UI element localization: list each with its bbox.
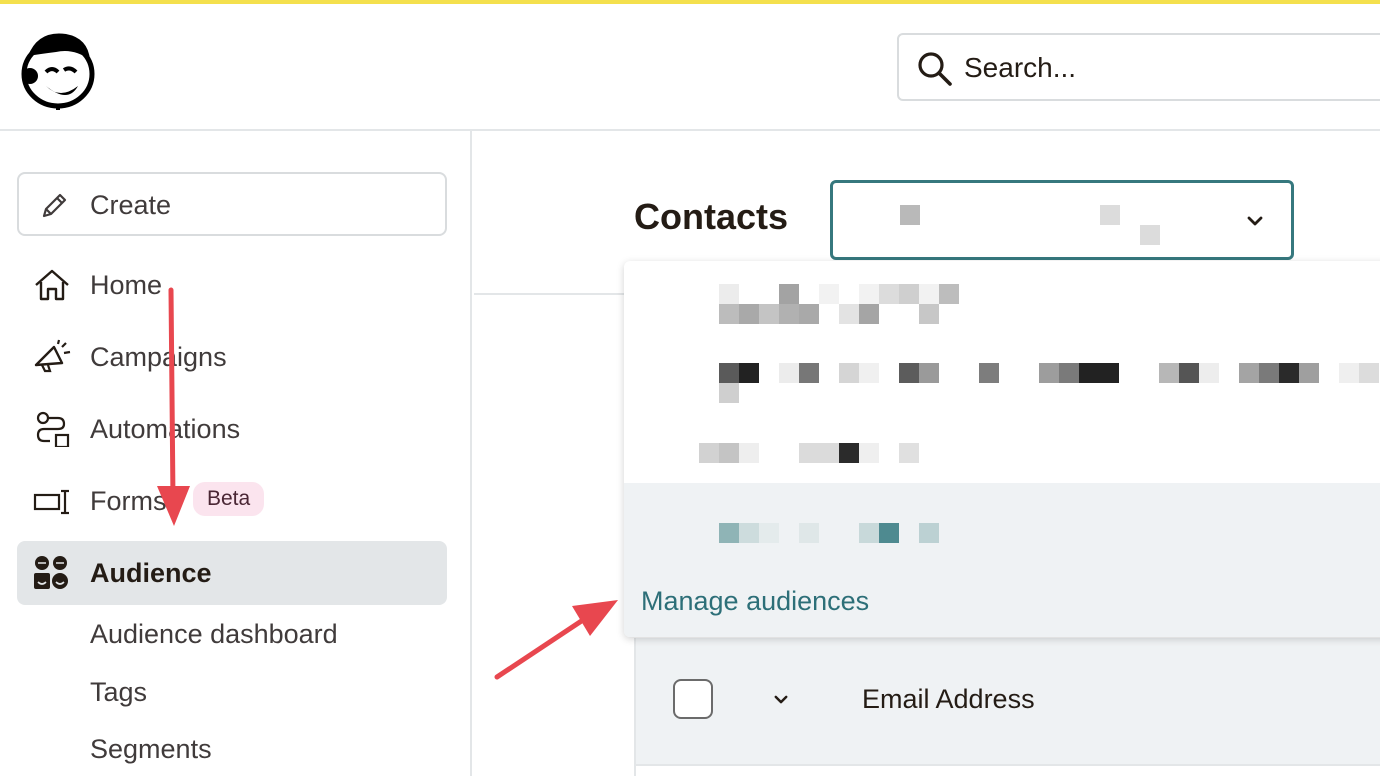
beta-badge: Beta — [193, 482, 265, 516]
redacted-pixel — [919, 523, 939, 543]
redacted-pixel — [779, 363, 799, 383]
redacted-pixel — [1359, 363, 1379, 383]
dropdown-option[interactable] — [624, 343, 1380, 423]
redacted-pixel — [899, 284, 919, 304]
home-icon — [35, 269, 69, 301]
select-all-checkbox[interactable] — [673, 679, 713, 719]
redacted-pixel — [819, 284, 839, 304]
sidebar-item-label: Home — [90, 270, 163, 300]
redacted-pixel — [899, 363, 919, 383]
redacted-pixel — [1299, 363, 1319, 383]
column-header-email[interactable]: Email Address — [862, 684, 1035, 715]
redacted-pixel — [739, 443, 759, 463]
redacted-pixel — [859, 284, 879, 304]
contacts-table-header: Email Address — [634, 638, 1380, 764]
redacted-pixel — [799, 363, 819, 383]
redacted-pixel — [939, 284, 959, 304]
page-title: Contacts — [634, 196, 789, 237]
redacted-pixel — [859, 363, 879, 383]
sidebar-item-automations[interactable]: Automations — [17, 397, 447, 461]
sidebar-subitem-segments[interactable]: Segments — [90, 734, 212, 765]
search-icon — [918, 52, 952, 86]
redacted-pixel — [1279, 363, 1299, 383]
redacted-pixel — [699, 443, 719, 463]
redacted-pixel — [719, 383, 739, 403]
sidebar-subitem-tags[interactable]: Tags — [90, 677, 147, 708]
redacted-pixel — [899, 443, 919, 463]
redacted-pixel — [919, 304, 939, 324]
sidebar-item-label: Automations — [90, 414, 241, 444]
chevron-down-icon — [1247, 216, 1263, 226]
audience-dropdown-menu: Manage audiences — [624, 261, 1380, 637]
redacted-pixel — [719, 523, 739, 543]
redacted-pixel — [839, 363, 859, 383]
sidebar-item-campaigns[interactable]: Campaigns — [17, 325, 447, 389]
redacted-pixel — [1079, 363, 1099, 383]
redacted-pixel — [819, 443, 839, 463]
redacted-pixel — [719, 363, 739, 383]
redacted-pixel — [1159, 363, 1179, 383]
redacted-pixel — [779, 304, 799, 324]
form-icon — [33, 489, 69, 515]
redacted-pixel — [1099, 363, 1119, 383]
audience-select[interactable] — [830, 180, 1294, 260]
redacted-pixel — [879, 523, 899, 543]
app-header: Search... — [0, 4, 1380, 131]
dropdown-option[interactable] — [624, 261, 1380, 343]
redacted-pixel — [779, 284, 799, 304]
megaphone-icon — [34, 339, 71, 373]
table-body — [634, 764, 1380, 776]
chevron-down-icon[interactable] — [774, 695, 788, 704]
redacted-pixel — [1199, 363, 1219, 383]
redacted-pixel — [799, 443, 819, 463]
search-input[interactable]: Search... — [897, 33, 1380, 101]
sidebar-subitem-audience-dashboard[interactable]: Audience dashboard — [90, 619, 338, 650]
redacted-pixel — [1239, 363, 1259, 383]
search-placeholder: Search... — [964, 52, 1077, 83]
redacted-pixel — [859, 304, 879, 324]
redacted-pixel — [799, 523, 819, 543]
redacted-pixel — [719, 443, 739, 463]
redacted-pixel — [1140, 225, 1160, 245]
redacted-pixel — [859, 523, 879, 543]
redacted-pixel — [759, 304, 779, 324]
redacted-pixel — [1339, 363, 1359, 383]
mailchimp-logo[interactable] — [18, 26, 98, 110]
redacted-pixel — [799, 304, 819, 324]
sidebar-item-label: Audience — [90, 558, 212, 588]
redacted-pixel — [1259, 363, 1279, 383]
redacted-pixel — [879, 284, 899, 304]
pencil-icon — [42, 193, 67, 218]
redacted-pixel — [739, 523, 759, 543]
redacted-pixel — [919, 363, 939, 383]
redacted-pixel — [900, 205, 920, 225]
redacted-pixel — [1039, 363, 1059, 383]
redacted-pixel — [1059, 363, 1079, 383]
dropdown-option[interactable] — [624, 423, 1380, 483]
redacted-pixel — [919, 284, 939, 304]
redacted-pixel — [979, 363, 999, 383]
sidebar-item-label: Forms — [90, 486, 167, 516]
automation-icon — [36, 411, 70, 447]
page-header-divider — [474, 293, 634, 295]
redacted-pixel — [719, 304, 739, 324]
redacted-pixel — [839, 443, 859, 463]
manage-audiences-link[interactable]: Manage audiences — [641, 586, 869, 617]
sidebar-item-forms[interactable]: Forms Beta — [17, 469, 447, 533]
sidebar-item-audience[interactable]: Audience — [17, 541, 447, 605]
redacted-pixel — [759, 523, 779, 543]
redacted-pixel — [839, 304, 859, 324]
redacted-pixel — [859, 443, 879, 463]
create-label: Create — [90, 190, 172, 220]
audience-icon — [34, 556, 68, 589]
redacted-pixel — [719, 284, 739, 304]
redacted-pixel — [1179, 363, 1199, 383]
redacted-pixel — [739, 304, 759, 324]
create-button[interactable]: Create — [17, 172, 447, 236]
sidebar-item-label: Campaigns — [90, 342, 227, 372]
sidebar-item-home[interactable]: Home — [17, 253, 447, 317]
sidebar: Create Home Campaigns Automations Forms … — [0, 131, 472, 776]
redacted-pixel — [739, 363, 759, 383]
redacted-pixel — [1100, 205, 1120, 225]
